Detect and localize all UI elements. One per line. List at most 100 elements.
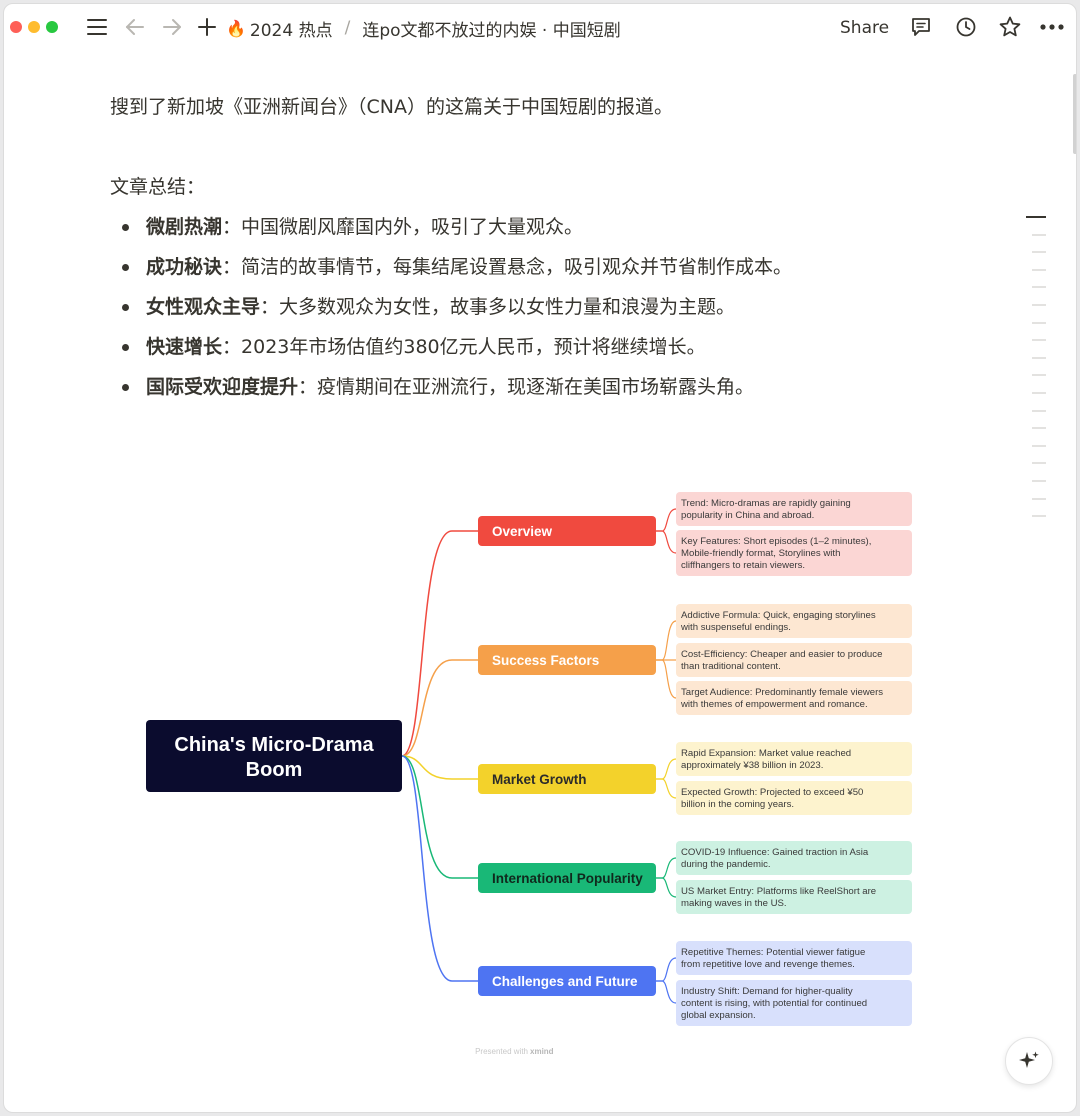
leaf-node-text: Industry Shift: Demand for higher-qualit… [681,986,853,997]
scrollbar-thumb[interactable] [1073,74,1076,154]
zoom-window-button[interactable] [46,21,58,33]
list-item: 女性观众主导：大多数观众为女性，故事多以女性力量和浪漫为主题。 [110,290,792,330]
leaf-node-text: making waves in the US. [681,898,787,909]
root-connector [401,755,478,982]
leaf-connector [656,659,677,699]
list-item: 快速增长：2023年市场估值约380亿元人民币，预计将继续增长。 [110,330,792,370]
leaf-node-text: US Market Entry: Platforms like ReelShor… [681,886,876,897]
fire-icon: 🔥 [226,18,246,38]
star-icon[interactable] [997,14,1023,40]
bullet-text: ：疫情期间在亚洲流行，现逐渐在美国市场崭露头角。 [298,376,755,398]
root-node-label: China's Micro-Drama [174,734,374,756]
root-connector [401,530,478,757]
branch-node-label: Success Factors [492,653,599,668]
leaf-node-text: content is rising, with potential for co… [681,998,867,1009]
list-item: 成功秘诀：简洁的故事情节，每集结尾设置悬念，吸引观众并节省制作成本。 [110,250,792,290]
bullet-text: ：中国微剧风靡国内外，吸引了大量观众。 [222,216,584,238]
toc-tick[interactable] [1032,321,1046,324]
toc-tick[interactable] [1032,251,1046,254]
sparkle-icon [1019,1051,1039,1068]
branch-node-label: International Popularity [492,871,643,886]
leaf-node-text: with suspenseful endings. [680,622,791,633]
leaf-node-text: Rapid Expansion: Market value reached [681,748,851,759]
leaf-connector [656,508,677,532]
toc-tick[interactable] [1032,462,1046,465]
toc-tick[interactable] [1032,268,1046,271]
breadcrumb-parent[interactable]: 2024 热点 [250,16,333,41]
toc-tick[interactable] [1032,339,1046,342]
leaf-connector [656,778,677,799]
breadcrumb: 🔥 2024 热点 / 连po文都不放过的内娱 · 中国短剧 [226,16,621,41]
breadcrumb-separator: / [344,18,351,38]
toc-tick[interactable] [1032,303,1046,306]
branch-node-label: Market Growth [492,772,587,787]
toc-tick[interactable] [1032,233,1046,236]
plus-icon[interactable] [194,14,220,40]
leaf-connector [656,620,677,661]
history-clock-icon[interactable] [953,14,979,40]
back-arrow-icon[interactable] [122,14,148,40]
xmind-credit: xmind [530,1047,554,1056]
toc-tick[interactable] [1032,356,1046,359]
intro-paragraph: 搜到了新加坡《亚洲新闻台》（CNA）的这篇关于中国短剧的报道。 [110,96,673,118]
breadcrumb-current-page[interactable]: 连po文都不放过的内娱 · 中国短剧 [362,16,620,41]
list-item: 微剧热潮：中国微剧风靡国内外，吸引了大量观众。 [110,210,792,250]
bullet-title: 国际受欢迎度提升 [146,376,299,398]
toc-tick[interactable] [1032,391,1046,394]
more-icon[interactable] [1038,14,1066,40]
leaf-node-text: Mobile-friendly format, Storylines with [681,548,840,559]
leaf-connector [656,857,677,879]
leaf-node-text: Trend: Micro-dramas are rapidly gaining [681,498,851,509]
leaf-node-text: billion in the coming years. [681,799,794,810]
leaf-node-text: Repetitive Themes: Potential viewer fati… [681,947,865,958]
leaf-node-text: global expansion. [681,1010,756,1021]
leaf-node-text: during the pandemic. [681,859,771,870]
bullet-title: 女性观众主导 [146,296,261,318]
leaf-node-text: COVID-19 Influence: Gained traction in A… [681,847,869,858]
root-node-label: Boom [246,759,303,781]
toc-tick[interactable] [1032,374,1046,377]
bullet-title: 成功秘诀 [146,256,223,278]
toc-tick[interactable] [1032,427,1046,430]
leaf-node-text: Addictive Formula: Quick, engaging story… [681,610,876,621]
leaf-connector [656,877,677,898]
leaf-node-text: cliffhangers to retain viewers. [681,560,805,571]
branch-node-label: Challenges and Future [492,974,638,989]
root-node [146,720,402,792]
toc-tick[interactable] [1032,286,1046,289]
leaf-connector [656,530,677,554]
bullet-title: 微剧热潮 [146,216,223,238]
bullet-text: ：简洁的故事情节，每集结尾设置悬念，吸引观众并节省制作成本。 [222,256,793,278]
list-item: 国际受欢迎度提升：疫情期间在亚洲流行，现逐渐在美国市场崭露头角。 [110,370,792,410]
toc-tick[interactable] [1032,444,1046,447]
minimize-window-button[interactable] [28,21,40,33]
leaf-node-text: with themes of empowerment and romance. [680,699,868,710]
mindmap-image: China's Micro-Drama Boom Overview Trend: Mi… [146,492,912,1056]
presented-with-label: Presented with [475,1047,528,1056]
leaf-node-text: Key Features: Short episodes (1–2 minute… [681,536,871,547]
forward-arrow-icon[interactable] [159,14,185,40]
toc-tick-active[interactable] [1026,216,1046,218]
leaf-node-text: approximately ¥38 billion in 2023. [681,760,823,771]
leaf-node-text: popularity in China and abroad. [681,510,814,521]
leaf-node-text: Expected Growth: Projected to exceed ¥50 [681,787,863,798]
leaf-connector [656,980,677,1004]
comment-icon[interactable] [908,14,934,40]
app-window: 🔥 2024 热点 / 连po文都不放过的内娱 · 中国短剧 Share 搜到了… [3,3,1077,1113]
leaf-node-text: Target Audience: Predominantly female vi… [681,687,883,698]
toc-tick[interactable] [1032,409,1046,412]
bullet-text: ：2023年市场估值约380亿元人民币，预计将继续增长。 [222,336,706,358]
root-connector [401,659,478,757]
leaf-node-text: than traditional content. [681,661,781,672]
leaf-node-text: Cost-Efficiency: Cheaper and easier to p… [681,649,882,660]
leaf-connector [656,758,677,780]
share-button[interactable]: Share [840,16,889,40]
bullet-title: 快速增长 [146,336,223,358]
leaf-connector [656,957,677,982]
top-bar: 🔥 2024 热点 / 连po文都不放过的内娱 · 中国短剧 Share [4,4,1076,50]
bullet-text: ：大多数观众为女性，故事多以女性力量和浪漫为主题。 [260,296,736,318]
ai-assistant-button[interactable] [1005,1037,1053,1085]
menu-icon[interactable] [84,14,110,40]
leaf-node-text: from repetitive love and revenge themes. [681,959,855,970]
close-window-button[interactable] [10,21,22,33]
